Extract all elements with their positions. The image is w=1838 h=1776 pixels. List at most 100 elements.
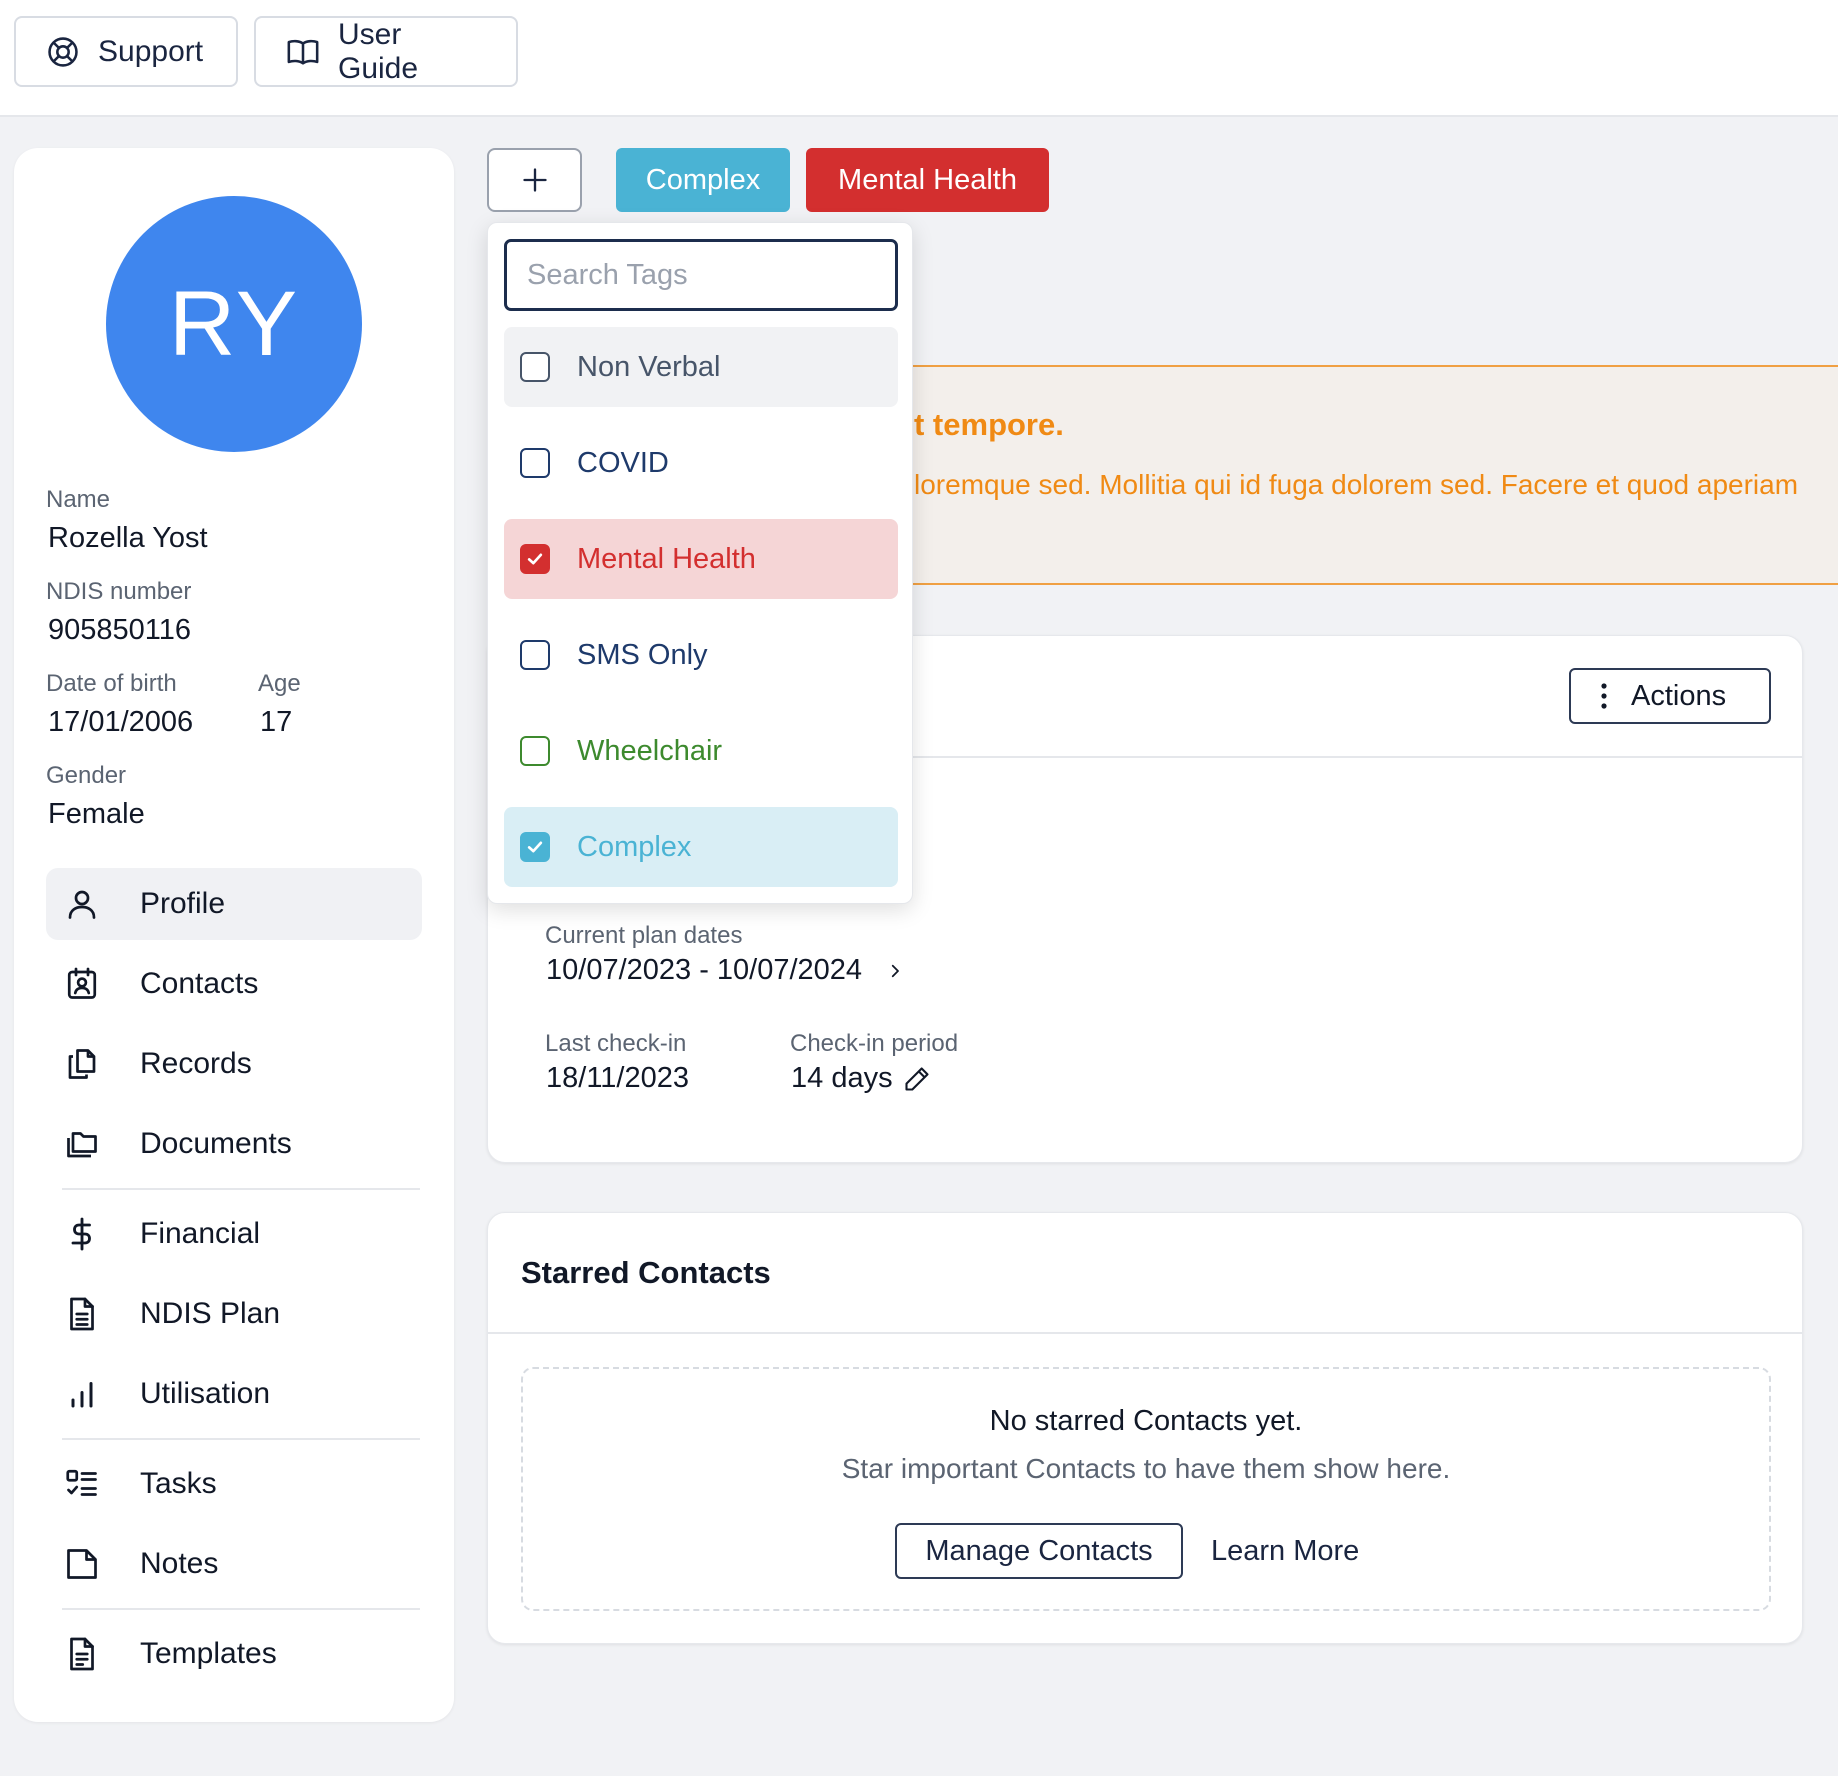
search-tags-input[interactable]	[504, 239, 898, 311]
checkbox-checked[interactable]	[520, 832, 550, 862]
plan-dates-value: 10/07/2023 - 10/07/2024	[546, 954, 863, 986]
checkin-period-label: Check-in period	[790, 1030, 959, 1057]
age-label: Age	[258, 670, 301, 697]
nav-item-notes[interactable]: Notes	[46, 1528, 422, 1600]
card-divider	[488, 1332, 1802, 1334]
lifebuoy-icon	[46, 35, 80, 69]
nav-divider	[62, 1438, 420, 1440]
support-button[interactable]: Support	[14, 16, 238, 87]
check-icon	[525, 837, 545, 857]
checkbox[interactable]	[520, 352, 550, 382]
nav-item-label: Utilisation	[140, 1377, 271, 1410]
records-icon	[64, 1046, 100, 1082]
contact-card-icon	[64, 966, 100, 1002]
actions-button[interactable]: Actions	[1569, 668, 1771, 724]
nav-item-label: Templates	[140, 1637, 277, 1670]
nav-item-label: NDIS Plan	[140, 1297, 281, 1330]
tag-option-label: Mental Health	[577, 543, 756, 575]
nav-item-label: Tasks	[140, 1467, 217, 1500]
nav-item-label: Contacts	[140, 967, 259, 1000]
tag-option-label: SMS Only	[577, 639, 708, 671]
user-guide-label: User Guide	[338, 17, 419, 85]
tag-option-sms-only[interactable]: SMS Only	[504, 615, 898, 695]
user-guide-button[interactable]: User Guide	[254, 16, 518, 87]
last-checkin-value: 18/11/2023	[546, 1062, 689, 1094]
actions-label: Actions	[1631, 679, 1727, 712]
tag-option-label: Wheelchair	[577, 735, 723, 767]
gender-label: Gender	[46, 762, 127, 789]
dob-label: Date of birth	[46, 670, 177, 697]
more-vertical-icon	[1599, 682, 1609, 710]
empty-state: No starred Contacts yet. Star important …	[521, 1367, 1771, 1611]
plan-dates-link[interactable]: 10/07/2023 - 10/07/2024	[546, 954, 904, 987]
tag-dropdown: Non Verbal COVID Mental Health SMS Only …	[487, 222, 913, 904]
nav-item-records[interactable]: Records	[46, 1028, 422, 1100]
nav-item-label: Financial	[140, 1217, 261, 1250]
alert-title: t tempore.	[914, 407, 1064, 442]
nav-item-profile[interactable]: Profile	[46, 868, 422, 940]
bar-chart-icon	[64, 1376, 100, 1412]
nav-item-tasks[interactable]: Tasks	[46, 1448, 422, 1520]
tag-option-label: Non Verbal	[577, 351, 721, 383]
pencil-icon[interactable]	[903, 1065, 931, 1093]
ndis-number-label: NDIS number	[46, 578, 192, 605]
nav-item-documents[interactable]: Documents	[46, 1108, 422, 1180]
last-checkin-label: Last check-in	[545, 1030, 687, 1057]
nav-item-label: Records	[140, 1047, 252, 1080]
tag-option-wheelchair[interactable]: Wheelchair	[504, 711, 898, 791]
age-value: 17	[260, 706, 293, 738]
nav-item-contacts[interactable]: Contacts	[46, 948, 422, 1020]
avatar: RY	[106, 196, 362, 452]
tag-option-non-verbal[interactable]: Non Verbal	[504, 327, 898, 407]
nav-divider	[62, 1188, 420, 1190]
empty-state-subtitle: Star important Contacts to have them sho…	[841, 1453, 1451, 1484]
dob-value: 17/01/2006	[48, 706, 194, 738]
nav-item-ndis-plan[interactable]: NDIS Plan	[46, 1278, 422, 1350]
note-icon	[64, 1546, 100, 1582]
plus-icon	[521, 166, 549, 194]
nav-item-label: Notes	[140, 1547, 219, 1580]
starred-contacts-title: Starred Contacts	[521, 1255, 771, 1290]
checkbox[interactable]	[520, 736, 550, 766]
tag-mental-health[interactable]: Mental Health	[806, 148, 1049, 212]
dollar-icon	[64, 1216, 100, 1252]
learn-more-link[interactable]: Learn More	[1211, 1535, 1359, 1568]
profile-sidebar: RY Name Rozella Yost NDIS number 9058501…	[14, 148, 454, 1722]
manage-contacts-button[interactable]: Manage Contacts	[895, 1523, 1183, 1579]
empty-state-title: No starred Contacts yet.	[989, 1405, 1303, 1437]
checkbox[interactable]	[520, 640, 550, 670]
tag-option-complex[interactable]: Complex	[504, 807, 898, 887]
checkbox[interactable]	[520, 448, 550, 478]
template-icon	[64, 1636, 100, 1672]
nav-divider	[62, 1608, 420, 1610]
checkin-period: 14 days	[791, 1062, 931, 1095]
alert-text: loremque sed. Mollitia qui id fuga dolor…	[914, 469, 1799, 500]
task-list-icon	[64, 1466, 100, 1502]
support-label: Support	[98, 34, 204, 68]
gender-value: Female	[48, 798, 145, 830]
nav-item-utilisation[interactable]: Utilisation	[46, 1358, 422, 1430]
nav-item-label: Profile	[140, 887, 226, 920]
plan-dates-label: Current plan dates	[545, 922, 743, 949]
nav-item-label: Documents	[140, 1127, 292, 1160]
book-icon	[286, 35, 320, 69]
tag-option-label: Complex	[577, 831, 692, 863]
document-icon	[64, 1296, 100, 1332]
name-value: Rozella Yost	[48, 522, 208, 554]
folders-icon	[64, 1126, 100, 1162]
check-icon	[525, 549, 545, 569]
user-icon	[64, 886, 100, 922]
checkbox-checked[interactable]	[520, 544, 550, 574]
starred-contacts-card: Starred Contacts No starred Contacts yet…	[487, 1212, 1803, 1644]
nav-item-financial[interactable]: Financial	[46, 1198, 422, 1270]
tag-option-covid[interactable]: COVID	[504, 423, 898, 503]
top-bar: Support User Guide	[0, 0, 1838, 117]
checkin-period-value: 14 days	[791, 1062, 893, 1094]
ndis-number-value: 905850116	[48, 614, 192, 646]
tag-complex[interactable]: Complex	[616, 148, 790, 212]
nav-item-templates[interactable]: Templates	[46, 1618, 422, 1690]
chevron-right-icon	[886, 962, 904, 980]
alert-banner: t tempore. loremque sed. Mollitia qui id…	[900, 365, 1838, 585]
add-tag-button[interactable]	[487, 148, 582, 212]
tag-option-mental-health[interactable]: Mental Health	[504, 519, 898, 599]
